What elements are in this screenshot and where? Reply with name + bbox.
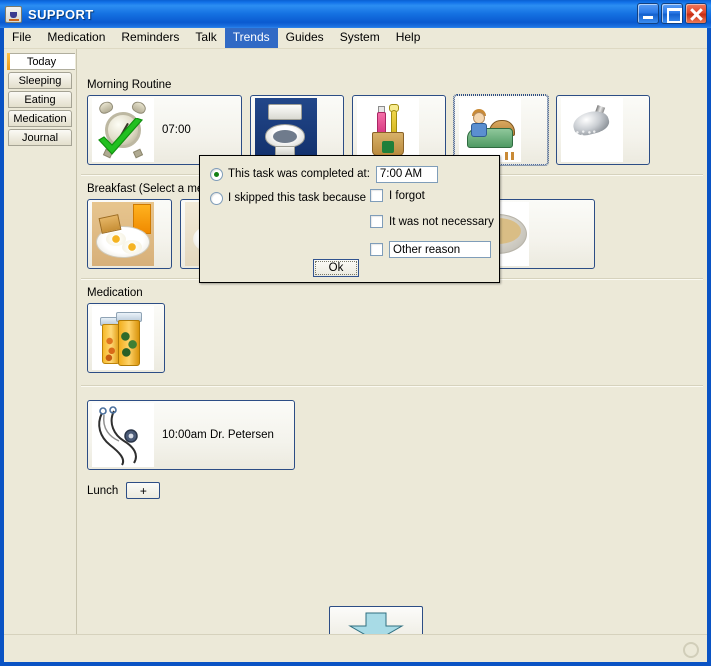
toilet-icon [255, 98, 317, 162]
window-controls [637, 3, 707, 24]
sidebar-item-medication[interactable]: Medication [8, 110, 72, 127]
maximize-button[interactable] [661, 3, 683, 24]
java-cup-icon [5, 5, 22, 23]
stethoscope-glyph [98, 406, 138, 466]
sidebar-item-label: Today [26, 55, 57, 68]
title-bar: SUPPORT [0, 0, 711, 28]
status-bar [4, 634, 707, 662]
sidebar-item-label: Journal [21, 131, 59, 144]
radio-task-completed[interactable] [210, 167, 223, 181]
menu-item-guides[interactable]: Guides [278, 28, 332, 48]
application-window: SUPPORT File Medication Reminders Talk T… [0, 0, 711, 666]
other-reason-input[interactable] [389, 241, 491, 258]
menu-item-talk[interactable]: Talk [187, 28, 224, 48]
checkbox-other-reason[interactable] [370, 243, 383, 256]
pill-bottles-icon [92, 306, 154, 370]
medication-tile-pills[interactable] [87, 303, 165, 373]
spinner-idle-icon [683, 642, 699, 658]
menu-item-file[interactable]: File [4, 28, 39, 48]
sidebar-item-label: Sleeping [18, 74, 62, 87]
radio-task-skipped[interactable] [210, 191, 223, 205]
checkbox-i-forgot[interactable] [370, 189, 383, 202]
medication-tile-row [77, 303, 707, 373]
shower-head-icon [561, 98, 623, 162]
sidebar-item-sleeping[interactable]: Sleeping [8, 72, 72, 89]
task-time-label: 07:00 [162, 124, 191, 136]
menu-bar: File Medication Reminders Talk Trends Gu… [4, 28, 707, 49]
dialog-ok-label: Ok [328, 262, 344, 274]
make-bed-icon [459, 98, 521, 162]
toothbrush-cup-icon [357, 98, 419, 162]
window-frame-left [0, 28, 4, 666]
section-medication: Medication [77, 287, 707, 373]
divider [81, 385, 703, 387]
sidebar-item-journal[interactable]: Journal [8, 129, 72, 146]
sidebar-tab-strip: Today Sleeping Eating Medication Journal [4, 49, 76, 662]
sidebar-item-eating[interactable]: Eating [8, 91, 72, 108]
today-panel: Morning Routine 07:00 Breakfast (Select … [76, 49, 707, 662]
lunch-row: Lunch + [77, 482, 707, 499]
dialog-row-skipped: I skipped this task because [210, 189, 495, 207]
dialog-ok-button[interactable]: Ok [313, 259, 359, 277]
alarm-clock-icon [92, 98, 154, 162]
task-tile-shower[interactable] [556, 95, 650, 165]
checkbox-not-necessary[interactable] [370, 215, 383, 228]
dialog-row-other-reason [370, 241, 491, 258]
checkbox-label-not-necessary: It was not necessary [389, 215, 494, 228]
window-frame-right [707, 28, 711, 666]
sidebar-item-label: Medication [13, 112, 67, 125]
section-label-lunch: Lunch [87, 484, 119, 497]
section-morning-routine: Morning Routine 07:00 [77, 49, 707, 166]
appointment-tile-row: 10:00am Dr. Petersen [77, 400, 707, 470]
sidebar-item-label: Eating [24, 93, 56, 106]
menu-item-trends[interactable]: Trends [224, 28, 278, 48]
eggs-toast-plate-icon [92, 202, 154, 266]
window-title: SUPPORT [28, 6, 94, 22]
sidebar-item-today[interactable]: Today [7, 53, 75, 70]
body-area: Today Sleeping Eating Medication Journal… [4, 49, 707, 662]
dialog-row-completed: This task was completed at: [210, 164, 495, 184]
completed-check-icon [98, 118, 144, 155]
menu-item-reminders[interactable]: Reminders [113, 28, 187, 48]
meal-tile-eggs-toast[interactable] [87, 199, 172, 269]
appointment-label: 10:00am Dr. Petersen [162, 429, 274, 441]
radio-label-task-completed: This task was completed at: [228, 168, 370, 180]
radio-label-task-skipped: I skipped this task because [228, 192, 367, 204]
add-lunch-button[interactable]: + [126, 482, 161, 499]
appointment-tile-doctor[interactable]: 10:00am Dr. Petersen [87, 400, 295, 470]
section-label-medication: Medication [87, 287, 143, 299]
completion-time-input[interactable] [375, 165, 438, 183]
stethoscope-icon [92, 403, 154, 467]
dialog-row-not-necessary: It was not necessary [370, 215, 494, 228]
checkbox-label-i-forgot: I forgot [389, 189, 425, 202]
minimize-button[interactable] [637, 3, 659, 24]
menu-item-help[interactable]: Help [388, 28, 429, 48]
task-completion-dialog: This task was completed at: I skipped th… [199, 155, 500, 283]
close-button[interactable] [685, 3, 707, 24]
menu-item-system[interactable]: System [332, 28, 388, 48]
menu-item-medication[interactable]: Medication [39, 28, 113, 48]
section-label-morning: Morning Routine [87, 79, 172, 91]
window-frame-bottom [0, 662, 711, 666]
dialog-row-forgot: I forgot [370, 189, 425, 202]
section-appointment: 10:00am Dr. Petersen [77, 394, 707, 470]
